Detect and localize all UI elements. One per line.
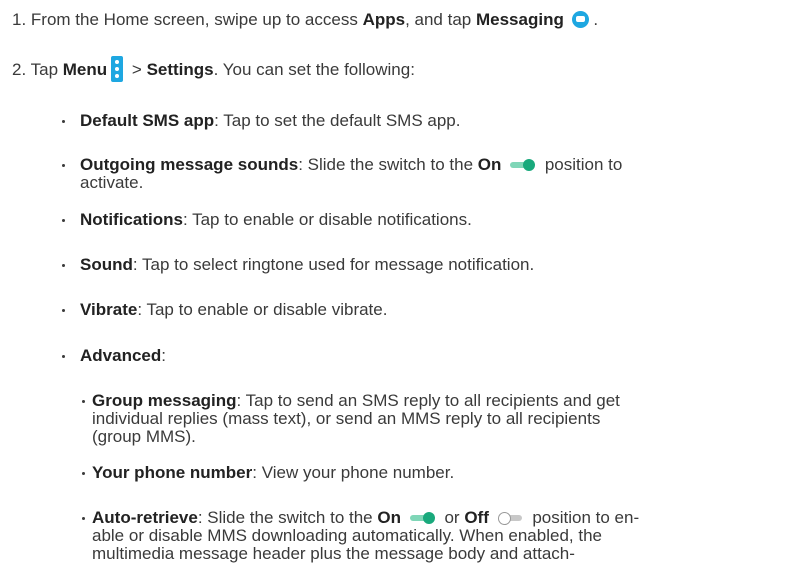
step-number: 2.	[12, 60, 27, 79]
bullet	[62, 120, 65, 123]
apps-label: Apps	[362, 10, 406, 29]
sub-list-item: Group messaging: Tap to send an SMS repl…	[92, 391, 620, 410]
item-text: : Tap to select ringtone used for messag…	[132, 255, 535, 274]
menu-label: Menu	[62, 60, 108, 79]
item-label: Vibrate	[80, 300, 138, 319]
item-text: position to en-	[532, 508, 640, 527]
item-text: : Tap to enable or disable notifications…	[182, 210, 472, 229]
messaging-label: Messaging	[475, 10, 564, 29]
item-text: : Slide the switch to the	[298, 155, 474, 174]
list-item: Vibrate: Tap to enable or disable vibrat…	[80, 300, 387, 319]
step-end: .	[593, 10, 599, 29]
item-label: Auto-retrieve	[92, 508, 198, 527]
step-1: 1. From the Home screen, swipe up to acc…	[12, 10, 598, 29]
item-label: Outgoing message sounds	[80, 155, 299, 174]
off-label: Off	[464, 508, 489, 527]
item-text: : Slide the switch to the	[197, 508, 373, 527]
item-label: Group messaging	[92, 391, 237, 410]
item-text: : Tap to send an SMS reply to all recipi…	[236, 391, 620, 410]
sub-list-item-continued: multimedia message header plus the messa…	[92, 544, 575, 563]
on-label: On	[477, 155, 502, 174]
item-label: Default SMS app	[80, 111, 215, 130]
toggle-on-icon	[409, 512, 436, 524]
list-item-continued: activate.	[80, 173, 144, 192]
item-text: position to	[544, 155, 623, 174]
menu-icon	[111, 56, 124, 82]
bullet	[62, 355, 65, 358]
list-item: Advanced:	[80, 346, 166, 365]
item-text: : Tap to set the default SMS app.	[214, 111, 461, 130]
bullet	[62, 219, 65, 222]
separator: >	[131, 60, 142, 79]
step-2: 2. Tap Menu > Settings. You can set the …	[12, 56, 415, 82]
item-label: Notifications	[80, 210, 183, 229]
bullet	[62, 309, 65, 312]
settings-label: Settings	[146, 60, 214, 79]
sub-list-item: Auto-retrieve: Slide the switch to the O…	[92, 508, 639, 527]
toggle-on-icon	[510, 159, 536, 171]
sub-bullet	[82, 400, 85, 403]
bullet	[62, 164, 65, 167]
sub-bullet	[82, 472, 85, 475]
item-label: Advanced	[80, 346, 162, 365]
item-text: : View your phone number.	[252, 463, 455, 482]
settings-document: 1. From the Home screen, swipe up to acc…	[0, 0, 806, 568]
list-item: Notifications: Tap to enable or disable …	[80, 210, 472, 229]
bullet	[62, 264, 65, 267]
sub-list-item-continued: able or disable MMS downloading automati…	[92, 526, 602, 545]
item-label: Your phone number	[92, 463, 253, 482]
toggle-off-icon	[497, 512, 524, 525]
step-text: . You can set the following:	[213, 60, 415, 79]
sub-list-item-continued: (group MMS).	[92, 427, 196, 446]
on-label: On	[377, 508, 401, 527]
step-text: From the Home screen, swipe up to access	[30, 10, 358, 29]
step-number: 1.	[12, 10, 27, 29]
list-item: Default SMS app: Tap to set the default …	[80, 111, 460, 130]
sub-list-item-continued: individual replies (mass text), or send …	[92, 409, 601, 428]
item-text: : Tap to enable or disable vibrate.	[137, 300, 388, 319]
messaging-icon	[571, 11, 589, 28]
step-text: , and tap	[405, 10, 472, 29]
sub-list-item: Your phone number: View your phone numbe…	[92, 463, 454, 482]
step-text: Tap	[30, 60, 59, 79]
item-text: :	[161, 346, 166, 365]
item-text: or	[444, 508, 460, 527]
list-item: Outgoing message sounds: Slide the switc…	[80, 155, 622, 174]
sub-bullet	[82, 517, 85, 520]
item-label: Sound	[80, 255, 133, 274]
list-item: Sound: Tap to select ringtone used for m…	[80, 255, 534, 274]
